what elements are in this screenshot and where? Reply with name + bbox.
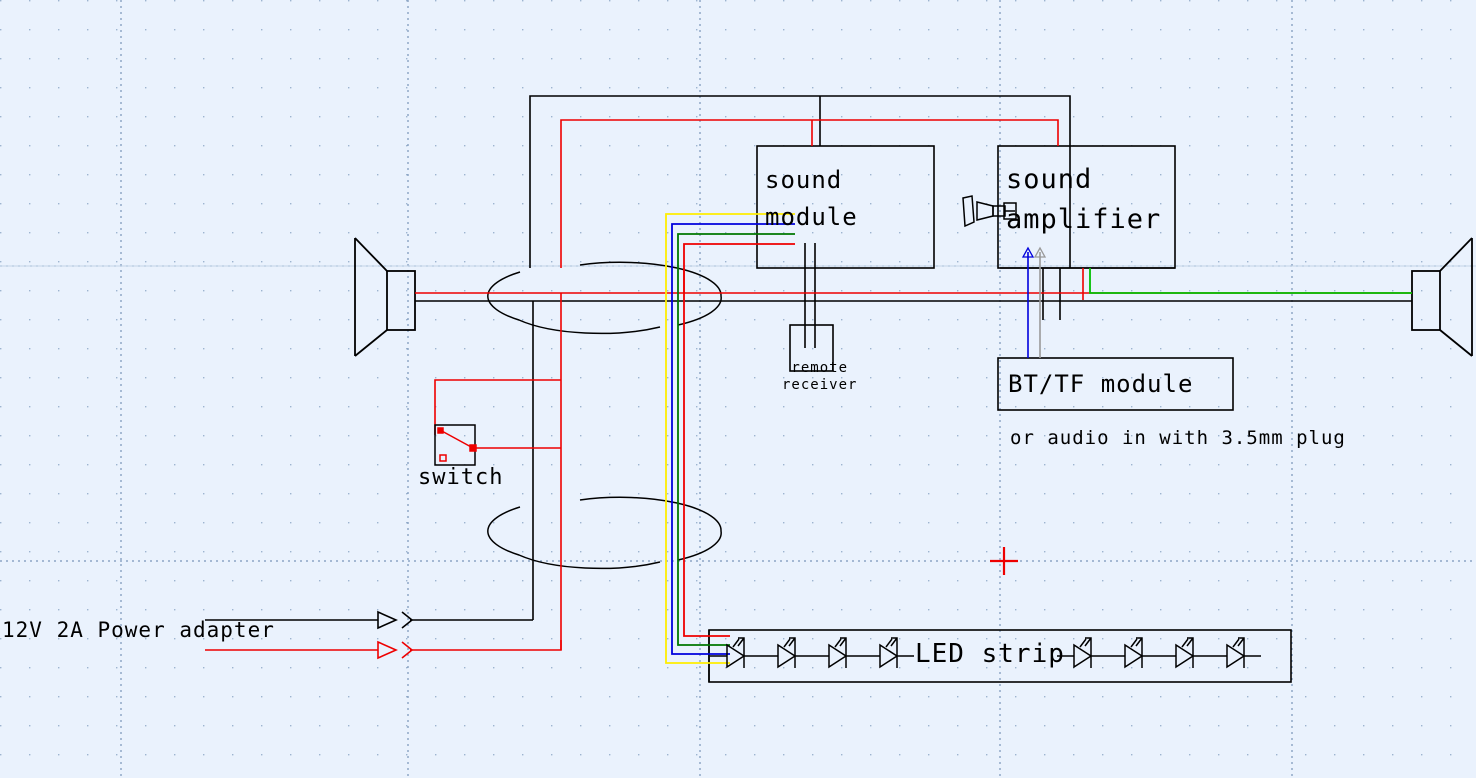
bt-tf-module-label: BT/TF module xyxy=(1008,370,1194,398)
schematic-canvas: sound module sound amplifier BT/TF module … xyxy=(0,0,1476,778)
audio-in-note: or audio in with 3.5mm plug xyxy=(1010,427,1346,449)
schematic-svg xyxy=(0,0,1476,778)
remote-receiver-label: remote receiver xyxy=(782,360,858,393)
sound-module-label: sound module xyxy=(765,166,858,231)
sound-amplifier-label: sound amplifier xyxy=(1006,164,1162,235)
led-strip-label: LED strip xyxy=(915,639,1065,669)
power-adapter-label: 12V 2A Power adapter xyxy=(2,618,275,642)
switch-label: switch xyxy=(418,465,504,490)
background xyxy=(0,0,1476,778)
